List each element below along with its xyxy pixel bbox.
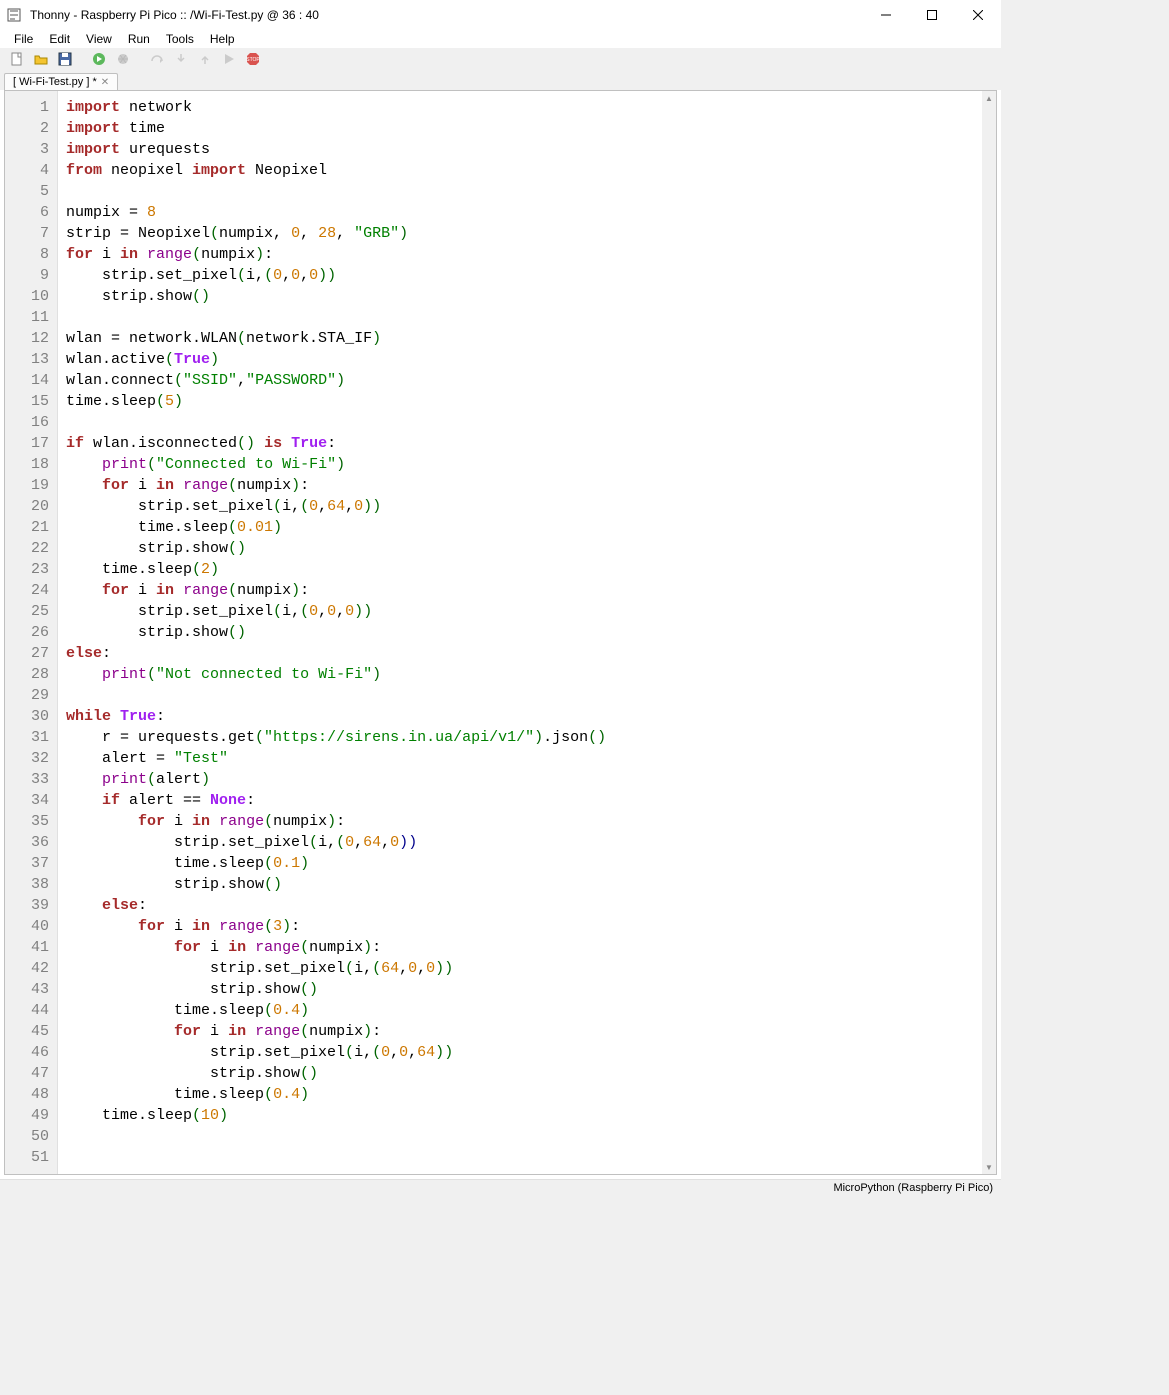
window-title: Thonny - Raspberry Pi Pico :: /Wi-Fi-Tes… xyxy=(30,8,319,22)
editor-tab[interactable]: [ Wi-Fi-Test.py ] * ✕ xyxy=(4,73,118,90)
scroll-down-button[interactable]: ▼ xyxy=(982,1160,996,1174)
tab-strip: [ Wi-Fi-Test.py ] * ✕ xyxy=(0,70,1001,90)
tab-label: [ Wi-Fi-Test.py ] * xyxy=(13,76,97,88)
toolbar: STOP xyxy=(0,48,1001,70)
line-number-gutter: 1234567891011121314151617181920212223242… xyxy=(5,91,58,1174)
menu-help[interactable]: Help xyxy=(202,30,243,48)
svg-text:STOP: STOP xyxy=(246,57,260,63)
scroll-up-button[interactable]: ▲ xyxy=(982,91,996,105)
debug-button[interactable] xyxy=(112,48,134,70)
code-area[interactable]: import networkimport timeimport urequest… xyxy=(58,91,982,1174)
menu-tools[interactable]: Tools xyxy=(158,30,202,48)
resume-button[interactable] xyxy=(218,48,240,70)
close-button[interactable] xyxy=(955,0,1001,30)
app-icon xyxy=(6,7,22,23)
interpreter-label[interactable]: MicroPython (Raspberry Pi Pico) xyxy=(833,1182,993,1194)
titlebar: Thonny - Raspberry Pi Pico :: /Wi-Fi-Tes… xyxy=(0,0,1001,30)
statusbar: MicroPython (Raspberry Pi Pico) xyxy=(0,1179,1001,1195)
close-tab-icon[interactable]: ✕ xyxy=(101,77,109,88)
menu-run[interactable]: Run xyxy=(120,30,158,48)
app-window: Thonny - Raspberry Pi Pico :: /Wi-Fi-Tes… xyxy=(0,0,1001,1195)
vertical-scrollbar[interactable]: ▲ ▼ xyxy=(982,91,996,1174)
stop-button[interactable]: STOP xyxy=(242,48,264,70)
run-button[interactable] xyxy=(88,48,110,70)
menubar: FileEditViewRunToolsHelp xyxy=(0,30,1001,48)
open-file-button[interactable] xyxy=(30,48,52,70)
step-into-button[interactable] xyxy=(170,48,192,70)
new-file-button[interactable] xyxy=(6,48,28,70)
menu-view[interactable]: View xyxy=(78,30,120,48)
step-over-button[interactable] xyxy=(146,48,168,70)
menu-file[interactable]: File xyxy=(6,30,41,48)
editor: 1234567891011121314151617181920212223242… xyxy=(4,90,997,1175)
step-out-button[interactable] xyxy=(194,48,216,70)
minimize-button[interactable] xyxy=(863,0,909,30)
menu-edit[interactable]: Edit xyxy=(41,30,78,48)
maximize-button[interactable] xyxy=(909,0,955,30)
save-file-button[interactable] xyxy=(54,48,76,70)
